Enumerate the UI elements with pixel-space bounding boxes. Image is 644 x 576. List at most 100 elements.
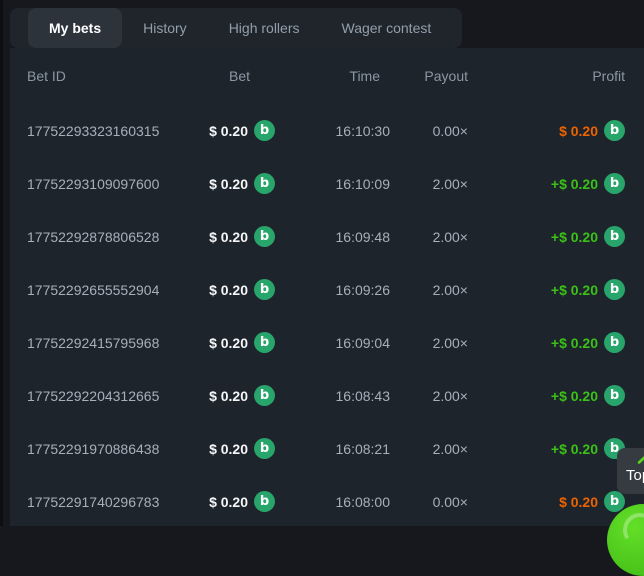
table-row[interactable]: 17752292204312665 $ 0.20 b 16:08:43 2.00… [10, 369, 644, 422]
table-row[interactable]: 17752291970886438 $ 0.20 b 16:08:21 2.00… [10, 422, 644, 475]
bcd-coin-icon: b [604, 491, 625, 512]
bcd-coin-icon: b [254, 385, 275, 406]
profit-cell: +$ 0.20 b [468, 279, 625, 300]
profit-cell: $ 0.20 b [468, 491, 625, 512]
bet-amount: $ 0.20 [209, 176, 248, 192]
profit-cell: +$ 0.20 b [468, 226, 625, 247]
payout-cell: 2.00× [390, 441, 468, 457]
bcd-coin-icon: b [254, 226, 275, 247]
profit-amount: +$ 0.20 [551, 229, 598, 245]
table-row[interactable]: 17752293323160315 $ 0.20 b 16:10:30 0.00… [10, 104, 644, 157]
table-row[interactable]: 17752292878806528 $ 0.20 b 16:09:48 2.00… [10, 210, 644, 263]
tab-item[interactable]: Wager contest [321, 8, 453, 48]
time-cell: 16:09:26 [275, 282, 390, 298]
bet-cell: $ 0.20 b [172, 120, 275, 141]
bet-id-cell: 17752292655552904 [27, 282, 172, 298]
header-profit: Profit [468, 68, 625, 84]
time-cell: 16:10:09 [275, 176, 390, 192]
time-cell: 16:09:04 [275, 335, 390, 351]
time-cell: 16:08:21 [275, 441, 390, 457]
bcd-coin-icon: b [604, 120, 625, 141]
bet-id-cell: 17752291970886438 [27, 441, 172, 457]
bet-cell: $ 0.20 b [172, 173, 275, 194]
bet-id-cell: 17752292878806528 [27, 229, 172, 245]
page-edge-strip [0, 0, 3, 526]
bcd-coin-icon: b [604, 332, 625, 353]
bet-id-cell: 17752291740296783 [27, 494, 172, 510]
time-cell: 16:09:48 [275, 229, 390, 245]
table-header-row: Bet ID Bet Time Payout Profit [10, 48, 644, 104]
bet-id-cell: 17752292204312665 [27, 388, 172, 404]
profit-amount: +$ 0.20 [551, 388, 598, 404]
tab-item[interactable]: My bets [28, 8, 122, 48]
bcd-coin-icon: b [254, 120, 275, 141]
bet-amount: $ 0.20 [209, 335, 248, 351]
payout-cell: 2.00× [390, 229, 468, 245]
bcd-coin-icon: b [254, 438, 275, 459]
profit-amount: $ 0.20 [559, 123, 598, 139]
profit-amount: +$ 0.20 [551, 282, 598, 298]
bet-cell: $ 0.20 b [172, 279, 275, 300]
table-row[interactable]: 17752291740296783 $ 0.20 b 16:08:00 0.00… [10, 475, 644, 528]
profit-amount: +$ 0.20 [551, 335, 598, 351]
tab-label: Wager contest [342, 20, 432, 36]
bet-cell: $ 0.20 b [172, 491, 275, 512]
bcd-coin-icon: b [604, 173, 625, 194]
bcd-coin-icon: b [254, 332, 275, 353]
table-row[interactable]: 17752292655552904 $ 0.20 b 16:09:26 2.00… [10, 263, 644, 316]
time-cell: 16:08:43 [275, 388, 390, 404]
bet-amount: $ 0.20 [209, 229, 248, 245]
bet-amount: $ 0.20 [209, 282, 248, 298]
header-bet-id: Bet ID [27, 68, 172, 84]
back-to-top-button[interactable]: Top [617, 448, 644, 494]
tab-label: High rollers [229, 20, 300, 36]
profit-cell: +$ 0.20 b [468, 332, 625, 353]
payout-cell: 2.00× [390, 282, 468, 298]
back-to-top-label: Top [626, 467, 644, 484]
bet-amount: $ 0.20 [209, 441, 248, 457]
bet-cell: $ 0.20 b [172, 385, 275, 406]
bcd-coin-icon: b [604, 279, 625, 300]
bet-id-cell: 17752293109097600 [27, 176, 172, 192]
header-time: Time [275, 68, 390, 84]
bet-amount: $ 0.20 [209, 388, 248, 404]
time-cell: 16:10:30 [275, 123, 390, 139]
bcd-coin-icon: b [254, 491, 275, 512]
header-payout: Payout [390, 68, 468, 84]
profit-cell: +$ 0.20 b [468, 385, 625, 406]
tab-bar: My bets History High rollers Wager conte… [10, 8, 462, 48]
profit-cell: $ 0.20 b [468, 120, 625, 141]
bet-amount: $ 0.20 [209, 494, 248, 510]
profit-cell: +$ 0.20 b [468, 438, 625, 459]
tab-item[interactable]: History [122, 8, 208, 48]
bet-cell: $ 0.20 b [172, 226, 275, 247]
payout-cell: 2.00× [390, 176, 468, 192]
bcd-coin-icon: b [254, 279, 275, 300]
profit-amount: +$ 0.20 [551, 176, 598, 192]
bet-id-cell: 17752293323160315 [27, 123, 172, 139]
payout-cell: 0.00× [390, 494, 468, 510]
profit-amount: $ 0.20 [559, 494, 598, 510]
bet-id-cell: 17752292415795968 [27, 335, 172, 351]
table-row[interactable]: 17752293109097600 $ 0.20 b 16:10:09 2.00… [10, 157, 644, 210]
bet-amount: $ 0.20 [209, 123, 248, 139]
profit-cell: +$ 0.20 b [468, 173, 625, 194]
payout-cell: 2.00× [390, 335, 468, 351]
bcd-coin-icon: b [604, 226, 625, 247]
header-bet: Bet [172, 68, 275, 84]
time-cell: 16:08:00 [275, 494, 390, 510]
tab-item[interactable]: High rollers [208, 8, 321, 48]
bet-cell: $ 0.20 b [172, 332, 275, 353]
tab-label: History [143, 20, 187, 36]
payout-cell: 0.00× [390, 123, 468, 139]
payout-cell: 2.00× [390, 388, 468, 404]
chevron-up-icon [637, 455, 644, 464]
bcd-coin-icon: b [604, 385, 625, 406]
tab-label: My bets [49, 20, 101, 36]
profit-amount: +$ 0.20 [551, 441, 598, 457]
table-body: 17752293323160315 $ 0.20 b 16:10:30 0.00… [10, 104, 644, 528]
table-row[interactable]: 17752292415795968 $ 0.20 b 16:09:04 2.00… [10, 316, 644, 369]
bet-cell: $ 0.20 b [172, 438, 275, 459]
bets-table: Bet ID Bet Time Payout Profit 1775229332… [10, 48, 644, 526]
bcd-coin-icon: b [254, 173, 275, 194]
